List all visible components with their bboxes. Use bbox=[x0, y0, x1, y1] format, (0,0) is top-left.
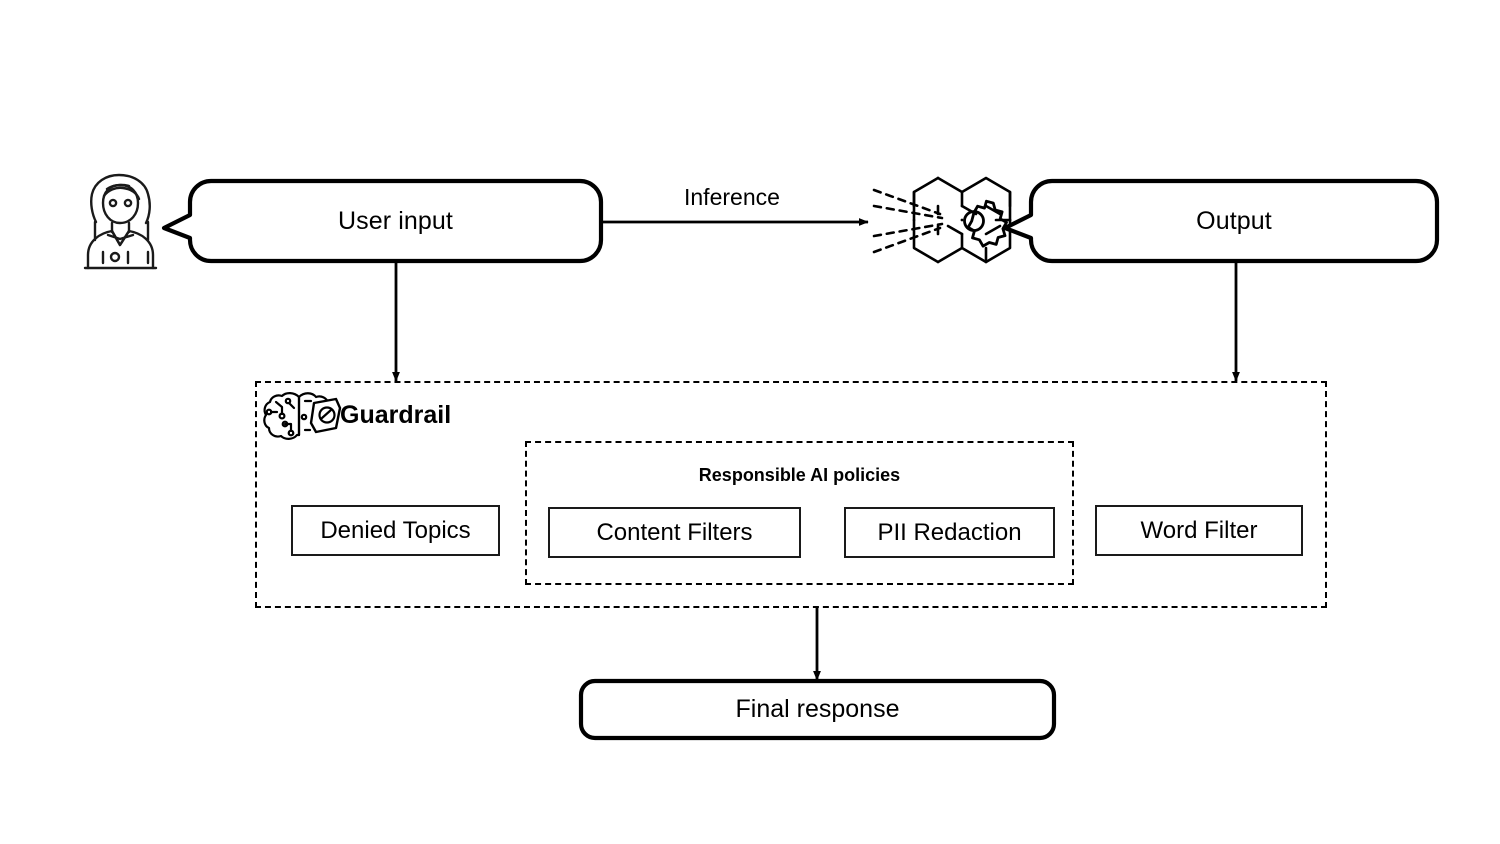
filter-content-filters[interactable]: Content Filters bbox=[548, 507, 801, 558]
inference-edge-label: Inference bbox=[684, 184, 780, 210]
guardrail-container: Guardrail Denied Topics Responsible AI p… bbox=[255, 381, 1327, 608]
diagram-canvas: User input Inference Output Guardrail De… bbox=[0, 0, 1500, 844]
filter-word-filter-label: Word Filter bbox=[1140, 516, 1258, 544]
output-bubble[interactable] bbox=[1002, 178, 1440, 264]
user-input-label: User input bbox=[338, 206, 453, 235]
filter-pii-redaction-label: PII Redaction bbox=[877, 518, 1022, 546]
user-input-bubble[interactable] bbox=[161, 178, 604, 264]
output-label: Output bbox=[1196, 206, 1272, 235]
filter-content-filters-label: Content Filters bbox=[596, 518, 753, 546]
foundation-model-icon bbox=[872, 176, 1012, 264]
filter-denied-topics[interactable]: Denied Topics bbox=[291, 505, 500, 556]
final-response-box[interactable] bbox=[578, 678, 1057, 741]
output-box[interactable]: Output bbox=[1031, 181, 1437, 261]
final-response-text-wrap[interactable]: Final response bbox=[581, 681, 1054, 738]
responsible-ai-policies-title: Responsible AI policies bbox=[698, 465, 901, 485]
filter-word-filter[interactable]: Word Filter bbox=[1095, 505, 1303, 556]
user-input-box[interactable]: User input bbox=[190, 181, 601, 261]
filter-denied-topics-label: Denied Topics bbox=[320, 516, 471, 544]
guardrail-title: Guardrail bbox=[340, 401, 452, 429]
filter-pii-redaction[interactable]: PII Redaction bbox=[844, 507, 1055, 558]
user-avatar-icon bbox=[83, 173, 158, 270]
responsible-ai-policies-container: Responsible AI policies Content Filters … bbox=[525, 441, 1074, 585]
final-response-label: Final response bbox=[735, 695, 900, 723]
